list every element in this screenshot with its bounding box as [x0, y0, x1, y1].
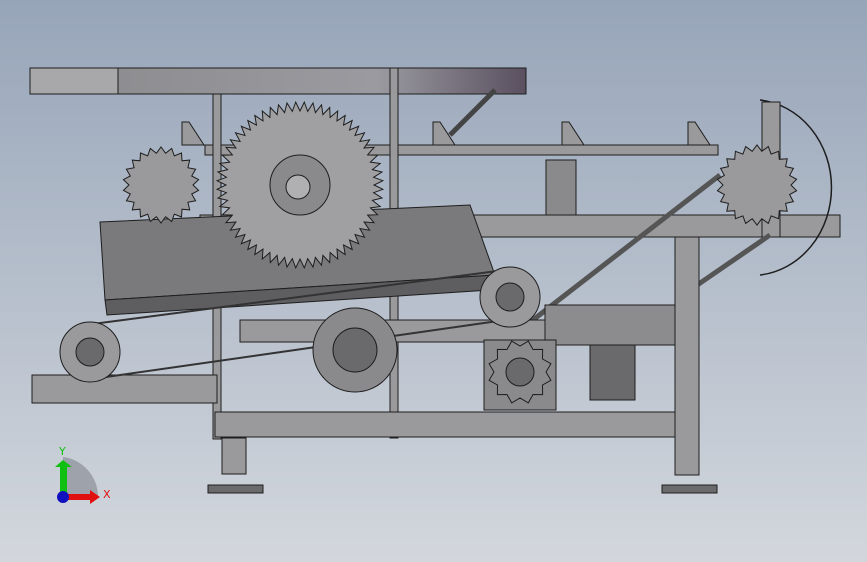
frame-rail-left — [31, 374, 218, 404]
foot — [661, 484, 718, 494]
frame-leg — [221, 437, 247, 475]
frame-post — [674, 236, 700, 476]
drive-pulley-hub — [332, 327, 378, 373]
top-plate-left — [29, 67, 119, 95]
bearing-box — [545, 159, 577, 216]
motor-body — [589, 344, 636, 401]
x-axis-label: X — [103, 488, 111, 501]
cad-viewport[interactable]: Y X — [0, 0, 867, 562]
frame-beam — [214, 411, 676, 438]
y-axis-label: Y — [58, 445, 66, 458]
foot — [207, 484, 264, 494]
hub-nut — [285, 174, 311, 200]
motor — [544, 304, 676, 346]
pulley-left-hub — [75, 337, 105, 367]
z-axis-origin — [57, 491, 69, 503]
gearbox-shaft — [505, 357, 535, 387]
pulley-right-hub — [495, 282, 525, 312]
